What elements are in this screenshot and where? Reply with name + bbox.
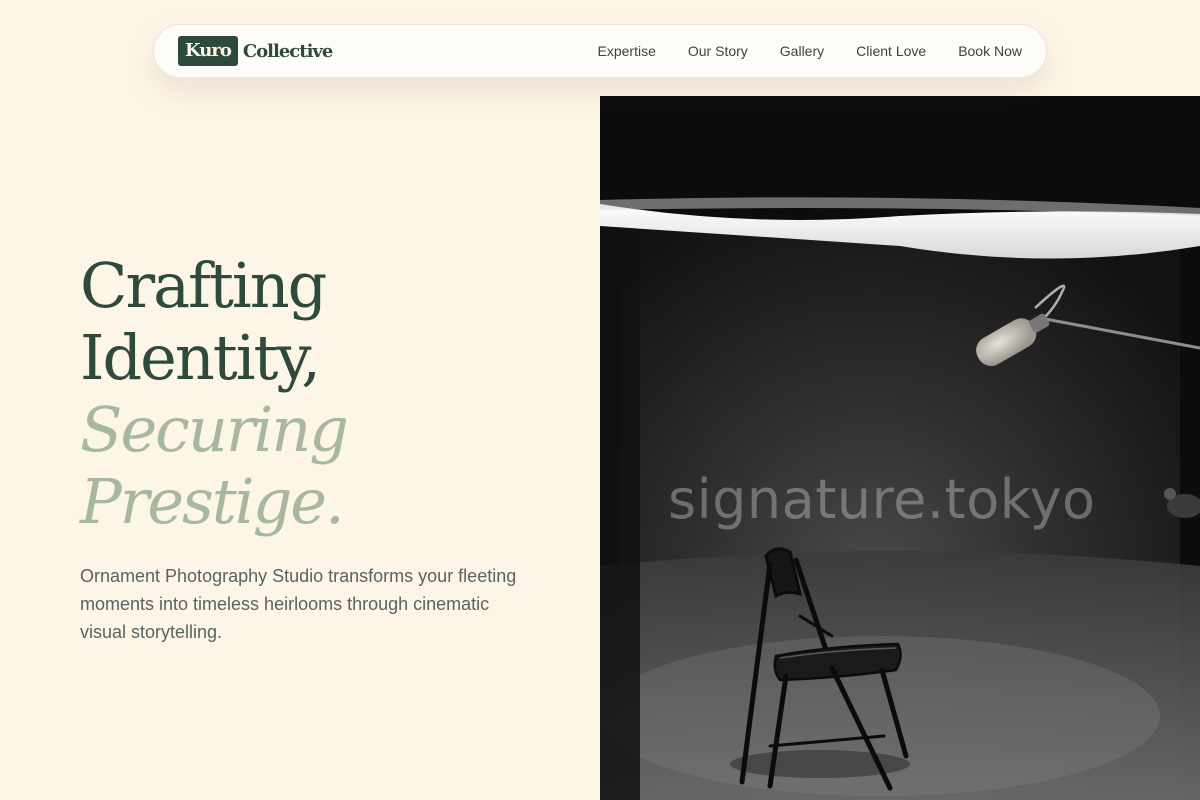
nav-item: Client Love <box>840 43 942 59</box>
nav-item: Expertise <box>582 43 672 59</box>
nav-link-book-now[interactable]: Book Now <box>942 43 1022 59</box>
nav-links: Expertise Our Story Gallery Client Love … <box>582 43 1022 59</box>
hero-description: Ornament Photography Studio transforms y… <box>80 566 517 642</box>
nav-link-gallery[interactable]: Gallery <box>764 43 840 59</box>
nav-link-our-story[interactable]: Our Story <box>672 43 764 59</box>
nav-link-client-love[interactable]: Client Love <box>840 43 942 59</box>
nav-link-expertise[interactable]: Expertise <box>582 43 672 59</box>
studio-scene-illustration <box>600 96 1200 800</box>
headline-line-3: Securing <box>80 393 349 466</box>
hero-photo: signature.tokyo <box>600 96 1200 800</box>
headline-line-1: Crafting <box>80 249 327 322</box>
nav-item: Gallery <box>764 43 840 59</box>
brand-logo[interactable]: Kuro Collective <box>178 36 333 66</box>
headline-line-4: Prestige. <box>80 465 345 538</box>
nav-item: Book Now <box>942 43 1022 59</box>
watermark: signature.tokyo <box>668 468 1096 531</box>
headline-line-2: Identity, <box>80 321 321 394</box>
nav-item: Our Story <box>672 43 764 59</box>
top-navigation: Kuro Collective Expertise Our Story Gall… <box>153 24 1047 78</box>
logo-wordmark: Collective <box>242 40 333 62</box>
hero-headline: Crafting Identity, Securing Prestige. <box>80 249 349 538</box>
logo-mark: Kuro <box>178 36 238 66</box>
